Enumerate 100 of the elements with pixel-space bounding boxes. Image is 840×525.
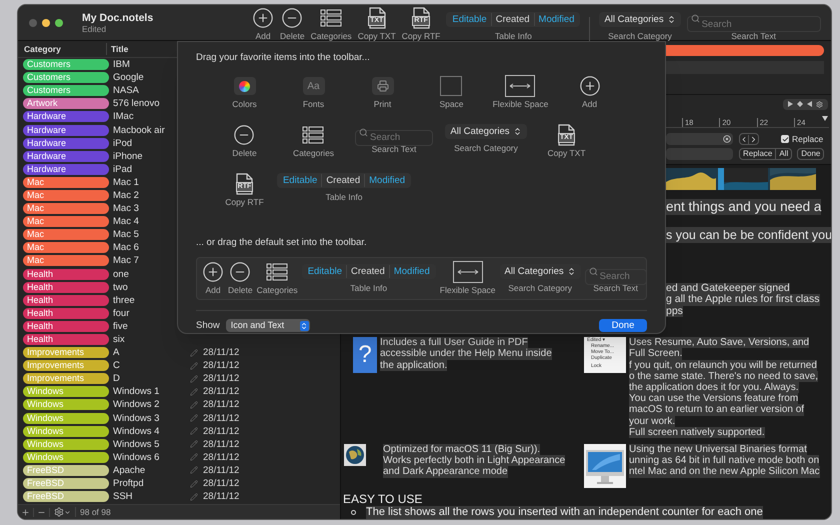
show-label: Show: [196, 318, 220, 333]
sheet-instruction: ... or drag the default set into the toolbar.: [196, 237, 368, 248]
caret-icon: [64, 508, 71, 516]
flexible-space-icon: [505, 75, 536, 97]
category-popup[interactable]: All Categories: [599, 12, 681, 26]
row-title: Mac 1: [113, 176, 140, 188]
remove-icon: [229, 261, 252, 284]
category-tag: FreeBSD: [23, 464, 109, 476]
category-tag: Windows: [23, 426, 109, 437]
row-title: A: [113, 347, 120, 358]
search-field[interactable]: Search: [686, 16, 821, 32]
delete-item[interactable]: Delete: [228, 261, 253, 296]
category-tag: FreeBSD: [23, 491, 109, 502]
row-title: three: [113, 294, 136, 306]
add-item[interactable]: Add: [578, 75, 600, 109]
category-tag: Hardware: [23, 150, 109, 162]
category-popup[interactable]: All Categories: [445, 124, 527, 139]
row-title: four: [113, 308, 130, 319]
segment[interactable]: Modified: [534, 12, 578, 26]
row-title: Windows 5: [113, 438, 160, 450]
next-icon[interactable]: [749, 134, 758, 144]
fonts-item[interactable]: Aa Fonts: [302, 75, 324, 109]
back-icon: [807, 101, 812, 108]
zoom-icon[interactable]: [55, 18, 63, 26]
find-bar-button[interactable]: All: [776, 148, 792, 160]
flexspace-item[interactable]: Flexible Space: [492, 75, 548, 109]
flexspace-item[interactable]: Flexible Space: [440, 261, 496, 296]
add-item[interactable]: Add: [202, 261, 224, 296]
row-title: Mac 2: [113, 190, 140, 201]
previous-icon[interactable]: [740, 134, 749, 144]
pencil-icon: [190, 348, 198, 357]
bullet-icon: [351, 510, 356, 515]
segment[interactable]: Created: [346, 264, 389, 278]
item-label: Search Text: [731, 30, 776, 40]
done-button[interactable]: Done: [599, 319, 647, 332]
remove-icon: [281, 6, 304, 28]
delete-item[interactable]: Delete: [232, 124, 257, 158]
column-header: Category: [18, 42, 107, 56]
category-tag: Hardware: [23, 111, 109, 122]
replace-field[interactable]: [666, 148, 733, 160]
replace-checkbox[interactable]: [781, 135, 789, 144]
add-icon: [252, 6, 274, 28]
segment[interactable]: Editable: [448, 12, 491, 26]
default-set-box[interactable]: Add Delete Categories Editable Created Modified Table Info Flexible Space All Categories Search Category Search Search Text: [196, 257, 647, 300]
categories-item[interactable]: Categories: [256, 261, 298, 296]
row-title: Windows 1: [113, 386, 160, 398]
section-heading: EASY TO USE: [343, 492, 424, 506]
pencil-icon: [190, 427, 198, 436]
find-bar-button[interactable]: Done: [797, 148, 824, 160]
remove-icon: [233, 124, 256, 146]
row-count: 98 of 98: [80, 506, 111, 518]
search-field[interactable]: Search: [355, 130, 433, 146]
category-tag: Health: [23, 282, 109, 293]
colors-item[interactable]: Colors: [232, 75, 257, 109]
row-title: six: [113, 334, 126, 346]
category-tag: Artwork: [23, 98, 109, 110]
window-title: My Doc.notels: [82, 12, 154, 24]
segment[interactable]: Editable: [278, 174, 322, 187]
category-tag: FreeBSD: [23, 478, 109, 490]
category-tag: Mac: [23, 255, 109, 266]
category-tag: Mac: [23, 229, 109, 240]
row-title: Windows 6: [113, 452, 160, 463]
row-title: 576 lenovo: [113, 98, 160, 110]
color-wheel-icon: [234, 77, 256, 95]
segment[interactable]: Created: [490, 12, 534, 26]
list-icon: [266, 263, 288, 282]
segment[interactable]: Editable: [304, 264, 346, 278]
space-item[interactable]: Space: [439, 75, 464, 109]
sheet-instruction: Drag your favorite items into the toolbar...: [196, 52, 371, 63]
segment[interactable]: Modified: [388, 264, 434, 278]
minimize-icon[interactable]: [42, 18, 50, 26]
row-title: Windows 2: [113, 399, 160, 410]
category-tag: Health: [23, 308, 109, 319]
row-date: 28/11/12: [203, 491, 240, 502]
add-item[interactable]: Add: [252, 6, 274, 40]
segment[interactable]: Created: [321, 174, 364, 187]
row-title: IMac: [113, 111, 135, 122]
categories-item[interactable]: Categories: [310, 6, 352, 40]
list-icon: [320, 8, 342, 26]
find-bar-button[interactable]: Replace: [739, 148, 776, 160]
search-field[interactable]: Search: [584, 268, 647, 285]
row-title: IBM: [113, 59, 131, 70]
print-item[interactable]: Print: [372, 75, 394, 109]
chevrons-icon: [666, 14, 676, 24]
category-tag: Windows: [23, 386, 109, 398]
categories-item[interactable]: Categories: [292, 124, 334, 158]
row-date: 28/11/12: [203, 347, 240, 358]
delete-item[interactable]: Delete: [280, 6, 305, 40]
row-date: 28/11/12: [203, 464, 240, 476]
item-label: Search Category: [454, 143, 518, 153]
row-title: Mac 4: [113, 216, 140, 228]
find-field[interactable]: [666, 133, 733, 146]
show-popup[interactable]: Icon and Text: [226, 319, 310, 332]
category-tag: Improvements: [23, 347, 109, 358]
text-field[interactable]: [666, 61, 824, 74]
row-date: 28/11/12: [203, 373, 240, 384]
pencil-icon: [190, 374, 198, 383]
row-title: Mac 3: [113, 203, 140, 214]
segment[interactable]: Modified: [364, 174, 410, 187]
row-title: iPad: [113, 164, 134, 175]
